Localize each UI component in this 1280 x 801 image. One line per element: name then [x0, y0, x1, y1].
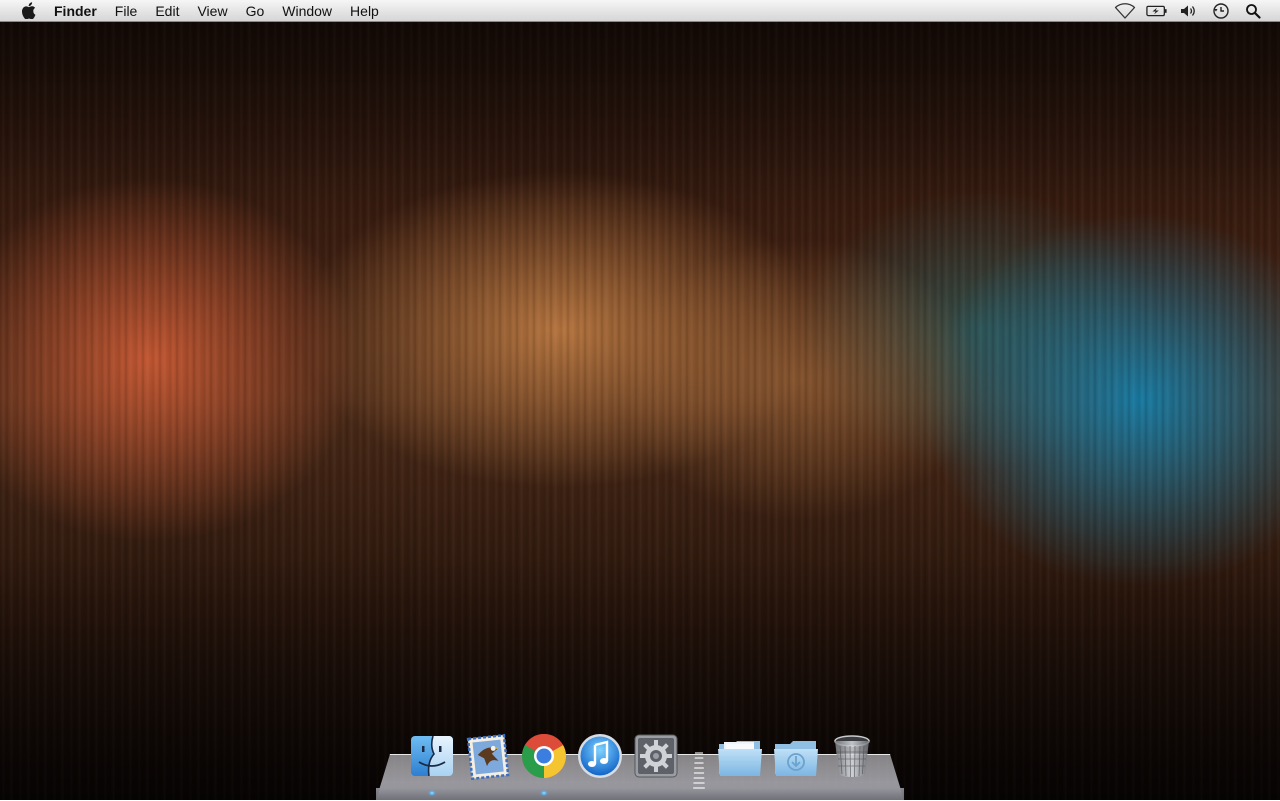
menu-app-finder[interactable]: Finder [52, 0, 106, 22]
mail-icon [466, 733, 510, 780]
wifi-icon[interactable] [1114, 0, 1136, 22]
dock-system-preferences[interactable] [631, 730, 681, 782]
chrome-icon [522, 734, 566, 778]
desktop-wallpaper[interactable] [0, 0, 1280, 800]
menu-window[interactable]: Window [273, 0, 341, 22]
dock-documents-stack[interactable] [715, 730, 765, 782]
dock-mail[interactable] [463, 730, 513, 782]
dock-trash[interactable] [827, 730, 877, 782]
trash-icon [834, 735, 870, 778]
itunes-icon [578, 734, 622, 778]
spotlight-icon[interactable] [1242, 0, 1264, 22]
dock-chrome[interactable] [519, 730, 569, 782]
status-area [1109, 0, 1280, 22]
documents-folder-icon [718, 741, 762, 776]
apple-logo-icon[interactable] [18, 0, 38, 22]
dock-downloads-stack[interactable] [771, 730, 821, 782]
menu-edit[interactable]: Edit [146, 0, 188, 22]
dock-itunes[interactable] [575, 730, 625, 782]
menu-view[interactable]: View [188, 0, 236, 22]
dock-finder[interactable] [407, 730, 457, 782]
time-machine-icon[interactable] [1210, 0, 1232, 22]
menu-help[interactable]: Help [341, 0, 388, 22]
menu-bar: Finder File Edit View Go Window Help [0, 0, 1280, 22]
wallpaper-streaks [0, 0, 1280, 800]
system-preferences-icon [634, 734, 678, 778]
downloads-folder-icon [774, 741, 818, 776]
finder-icon [411, 735, 453, 777]
volume-icon[interactable] [1178, 0, 1200, 22]
battery-icon[interactable] [1146, 0, 1168, 22]
menu-file[interactable]: File [106, 0, 147, 22]
menu-go[interactable]: Go [237, 0, 274, 22]
wallpaper-vignette [0, 0, 1280, 800]
